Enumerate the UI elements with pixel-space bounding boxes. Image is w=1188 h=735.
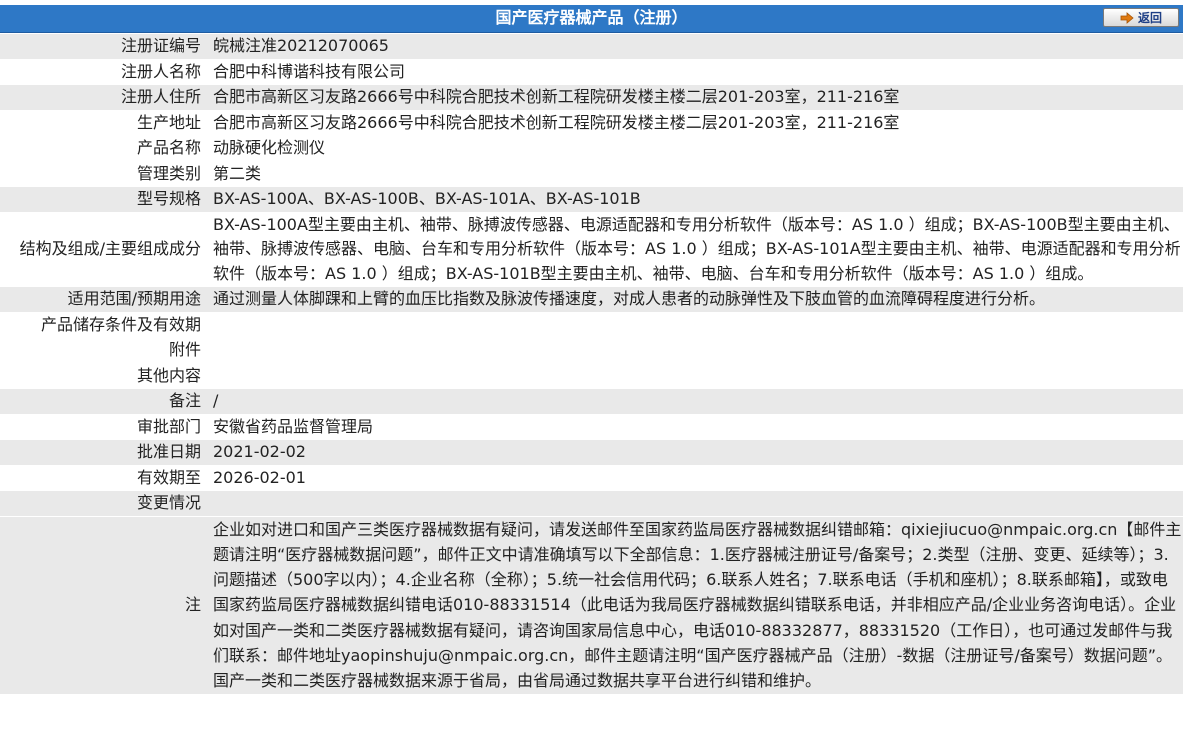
back-button[interactable]: 返回 xyxy=(1103,8,1179,27)
page-title: 国产医疗器械产品（注册） xyxy=(495,8,688,27)
field-label: 适用范围/预期用途 xyxy=(0,286,201,313)
field-value: 合肥市高新区习友路2666号中科院合肥技术创新工程院研发楼主楼二层201-203… xyxy=(213,110,1183,136)
table-row: 产品储存条件及有效期 xyxy=(0,312,1183,338)
field-value: 皖械注准20212070065 xyxy=(213,34,1183,60)
title-bar: 国产医疗器械产品（注册） 返回 xyxy=(0,5,1183,33)
table-row: 注 企业如对进口和国产三类医疗器械数据有疑问，请发送邮件至国家药监局医疗器械数据… xyxy=(0,516,1183,695)
table-row: 管理类别 第二类 xyxy=(0,161,1183,187)
back-button-label: 返回 xyxy=(1137,10,1162,25)
field-value: 企业如对进口和国产三类医疗器械数据有疑问，请发送邮件至国家药监局医疗器械数据纠错… xyxy=(213,516,1183,695)
table-row: 结构及组成/主要组成成分 BX-AS-100A型主要由主机、袖带、脉搏波传感器、… xyxy=(0,212,1183,287)
field-label: 生产地址 xyxy=(0,110,201,136)
table-row: 注册人住所 合肥市高新区习友路2666号中科院合肥技术创新工程院研发楼主楼二层2… xyxy=(0,84,1183,111)
field-value: 第二类 xyxy=(213,161,1183,187)
table-row: 有效期至 2026-02-01 xyxy=(0,465,1183,491)
table-row: 其他内容 xyxy=(0,363,1183,389)
field-value: 合肥市高新区习友路2666号中科院合肥技术创新工程院研发楼主楼二层201-203… xyxy=(213,84,1183,111)
field-value: 通过测量人体脚踝和上臂的血压比指数及脉波传播速度，对成人患者的动脉弹性及下肢血管… xyxy=(213,286,1183,313)
field-label: 变更情况 xyxy=(0,490,201,517)
field-label: 结构及组成/主要组成成分 xyxy=(0,212,201,287)
field-label: 注 xyxy=(0,516,201,695)
field-value: BX-AS-100A型主要由主机、袖带、脉搏波传感器、电源适配器和专用分析软件（… xyxy=(213,212,1183,287)
table-row: 附件 xyxy=(0,337,1183,364)
field-value xyxy=(213,337,1183,364)
arrow-right-icon xyxy=(1120,11,1134,24)
field-value: / xyxy=(213,388,1183,415)
table-row: 生产地址 合肥市高新区习友路2666号中科院合肥技术创新工程院研发楼主楼二层20… xyxy=(0,110,1183,136)
field-value xyxy=(213,363,1183,389)
field-label: 注册证编号 xyxy=(0,34,201,60)
field-label: 管理类别 xyxy=(0,161,201,187)
table-row: 注册证编号 皖械注准20212070065 xyxy=(0,34,1183,60)
table-row: 批准日期 2021-02-02 xyxy=(0,439,1183,466)
field-label: 产品名称 xyxy=(0,135,201,162)
field-value: 2021-02-02 xyxy=(213,439,1183,466)
field-label: 型号规格 xyxy=(0,186,201,213)
registration-info-table: 注册证编号 皖械注准20212070065 注册人名称 合肥中科博谐科技有限公司… xyxy=(0,34,1183,695)
field-label: 注册人名称 xyxy=(0,59,201,85)
table-row: 备注 / xyxy=(0,388,1183,415)
field-label: 产品储存条件及有效期 xyxy=(0,312,201,338)
field-label: 审批部门 xyxy=(0,414,201,440)
field-value: 动脉硬化检测仪 xyxy=(213,135,1183,162)
table-row: 变更情况 xyxy=(0,490,1183,517)
field-value xyxy=(213,490,1183,517)
field-value: BX-AS-100A、BX-AS-100B、BX-AS-101A、BX-AS-1… xyxy=(213,186,1183,213)
field-value xyxy=(213,312,1183,338)
field-label: 备注 xyxy=(0,388,201,415)
field-label: 有效期至 xyxy=(0,465,201,491)
field-label: 附件 xyxy=(0,337,201,364)
field-label: 注册人住所 xyxy=(0,84,201,111)
field-value: 安徽省药品监督管理局 xyxy=(213,414,1183,440)
field-label: 批准日期 xyxy=(0,439,201,466)
detail-page: 国产医疗器械产品（注册） 返回 注册证编号 皖械注准20212070065 注册… xyxy=(0,0,1188,735)
field-value: 合肥中科博谐科技有限公司 xyxy=(213,59,1183,85)
table-row: 型号规格 BX-AS-100A、BX-AS-100B、BX-AS-101A、BX… xyxy=(0,186,1183,213)
table-row: 产品名称 动脉硬化检测仪 xyxy=(0,135,1183,162)
field-label: 其他内容 xyxy=(0,363,201,389)
field-value: 2026-02-01 xyxy=(213,465,1183,491)
table-row: 审批部门 安徽省药品监督管理局 xyxy=(0,414,1183,440)
table-row: 注册人名称 合肥中科博谐科技有限公司 xyxy=(0,59,1183,85)
table-row: 适用范围/预期用途 通过测量人体脚踝和上臂的血压比指数及脉波传播速度，对成人患者… xyxy=(0,286,1183,313)
